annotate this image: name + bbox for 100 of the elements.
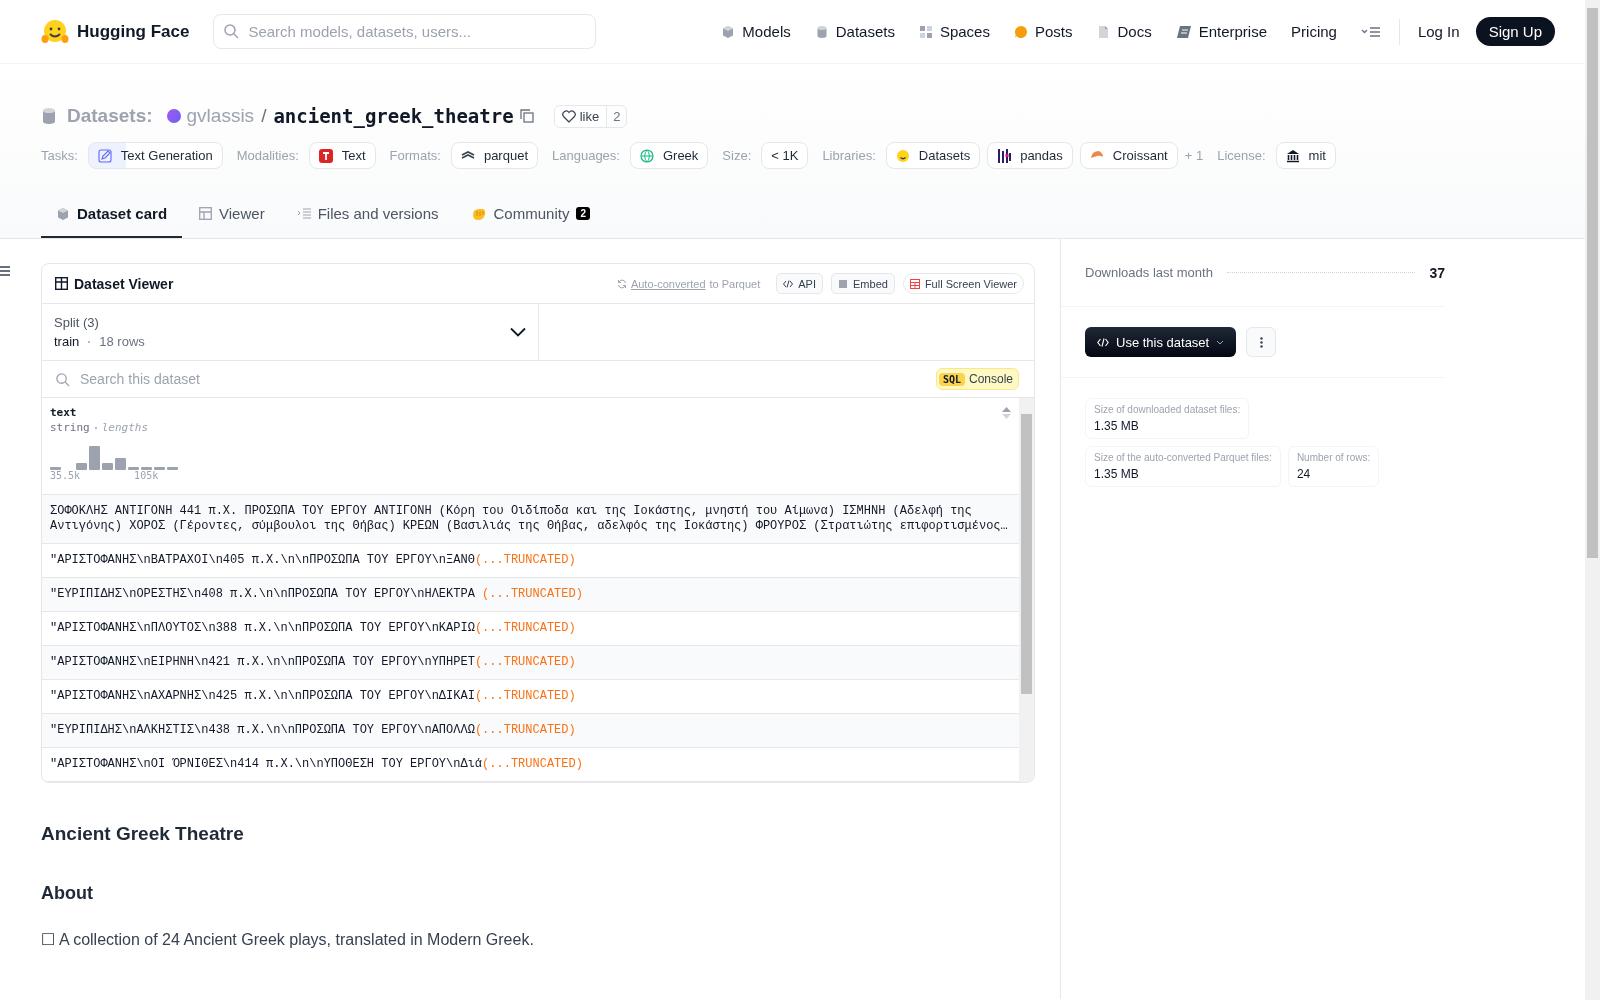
chat-bubble-icon: [1013, 24, 1028, 39]
tag-chip[interactable]: parquet: [450, 142, 538, 169]
cube-icon: [721, 24, 736, 39]
stat-value: 1.35 MB: [1094, 467, 1140, 481]
refresh-icon: [616, 278, 627, 289]
toolbar-button[interactable]: Embed: [831, 273, 895, 294]
stat-value: 24: [1296, 467, 1312, 481]
login-link[interactable]: Log In: [1417, 23, 1460, 40]
path-separator: /: [261, 105, 267, 127]
globe-icon: [639, 148, 654, 163]
menu-icon[interactable]: [1360, 24, 1381, 39]
brand-name[interactable]: Hugging Face: [77, 21, 190, 42]
sql-console-button[interactable]: SQL Console: [935, 368, 1019, 390]
more-options-button[interactable]: [1246, 327, 1277, 357]
tag-category-label: Tasks:: [41, 148, 78, 163]
nav-link[interactable]: Spaces: [918, 23, 990, 40]
nav-link[interactable]: Posts: [1013, 23, 1073, 40]
table-icon: [199, 207, 213, 220]
dataset-name[interactable]: ancient_greek_theatre: [273, 105, 514, 127]
bars-icon: [997, 147, 1012, 164]
nav-link[interactable]: Enterprise: [1175, 23, 1268, 40]
tag-chip[interactable]: mit: [1275, 142, 1336, 169]
tag-category-label: License:: [1217, 148, 1266, 163]
split-dropdown[interactable]: Split (3) train 18 rows: [42, 304, 539, 360]
document-icon: [1096, 24, 1111, 39]
document-icon: [838, 278, 848, 289]
axis-label: 35.5k: [50, 470, 81, 481]
sort-icon[interactable]: [1002, 406, 1011, 419]
tag-chip[interactable]: Greek: [629, 142, 709, 169]
search-icon: [55, 371, 70, 387]
tab[interactable]: Viewer: [184, 191, 280, 238]
pen-icon: [97, 148, 112, 163]
count-badge: 2: [576, 207, 590, 220]
tab[interactable]: Dataset card: [41, 191, 183, 238]
tag-chip[interactable]: pandas: [987, 142, 1073, 169]
code-icon: [1097, 337, 1109, 347]
heart-icon: [561, 109, 576, 123]
toolbar-button[interactable]: API: [776, 273, 823, 294]
category-label: Datasets:: [67, 105, 153, 127]
bank-icon: [1285, 148, 1300, 163]
nav-link[interactable]: Models: [721, 23, 791, 40]
tag-chip[interactable]: Datasets: [885, 142, 981, 169]
tag-icon: [1175, 24, 1192, 39]
column-name: text: [50, 406, 77, 419]
avatar: [166, 109, 181, 123]
tab[interactable]: Community 2: [455, 191, 605, 238]
split-name: train: [54, 334, 80, 349]
stat-label: Number of rows:: [1296, 452, 1371, 463]
row-count: 18 rows: [99, 334, 145, 349]
letter-icon: [318, 148, 333, 163]
column-stat: lengths: [101, 421, 149, 434]
split-label: Split (3): [54, 315, 100, 330]
stat-value: 1.35 MB: [1094, 419, 1140, 433]
format-note: to Parquet: [709, 277, 761, 290]
chevron-down-icon: [510, 327, 526, 337]
tag-chip[interactable]: Text Generation: [87, 142, 223, 169]
table-cell: "ΕΥΡΙΠΙΔΗΣ\nΟΡΕΣΤΗΣ\n408 π.Χ.\n\nΠΡΟΣΩΠΑ ΤΟΥ ΕΡΓΟΥ\nΗΛΕΚΤΡΑ (...TRUNCATED): [42, 578, 1019, 612]
nav-link[interactable]: Datasets: [814, 23, 895, 40]
menu-icon[interactable]: [0, 266, 10, 276]
tag-category-label: Libraries:: [822, 148, 876, 163]
nav-link[interactable]: Pricing: [1291, 23, 1337, 40]
database-icon: [41, 107, 57, 125]
caret-icon: [1216, 339, 1225, 345]
list-icon: [296, 207, 311, 220]
downloads-count: 37: [1429, 264, 1445, 281]
table-cell: "ΑΡΙΣΤΟΦΑΝΗΣ\nΕΙΡΗΝΗ\n421 π.Χ.\n\nΠΡΟΣΩΠΑ ΤΟΥ ΕΡΓΟΥ\nΥΠΗΡΕΤ(...TRUNCATED): [42, 646, 1019, 680]
like-count: 2: [606, 105, 627, 127]
tab[interactable]: Files and versions: [281, 191, 454, 238]
tag-category-label: Modalities:: [236, 148, 299, 163]
paragraph: ☐ A collection of 24 Ancient Greek plays, translated in Modern Greek.: [41, 930, 535, 949]
nav-link[interactable]: Docs: [1096, 23, 1152, 40]
signup-button[interactable]: Sign Up: [1475, 17, 1555, 46]
toolbar-button[interactable]: Full Screen Viewer: [902, 273, 1024, 294]
search-icon: [223, 23, 240, 39]
heading: Ancient Greek Theatre: [41, 823, 245, 845]
heading: About: [41, 883, 94, 904]
table-cell: ΣΟΦΟΚΛΗΣ ΑΝΤΙΓΟΝΗ 441 π.Χ. ΠΡΟΣΩΠΑ ΤΟΥ ΕΡΓΟΥ ΑΝΤΙΓΟΝΗ (Κόρη του Οιδίποδα και της Ιοκάστης, μνηστή του Αίμωνα) ΙΣΜΗΝΗ (Αδελφή της Αντιγόνης) ΧΟΡΟΣ (Γέροντες, σύμβουλοι της Θήβας) ΚΡΕΩΝ (Βασιλιάς της Θήβας, αδελφός της Ιοκάστης) ΦΡΟΥΡΟΣ (Στρατιώτης επιφορτισμένος…: [42, 495, 1019, 544]
use-dataset-button[interactable]: Use this dataset: [1085, 327, 1237, 357]
tag-category-label: Languages:: [552, 148, 620, 163]
tag-chip[interactable]: Text: [308, 142, 376, 169]
tag-category-label: Size:: [722, 148, 752, 163]
smiley-face-icon: [895, 148, 910, 163]
grid-icon: [918, 24, 933, 39]
table-cell: "ΕΥΡΙΠΙΔΗΣ\nΑΛΚΗΣΤΙΣ\n438 π.Χ.\n\nΠΡΟΣΩΠΑ ΤΟΥ ΕΡΓΟΥ\nΑΠΟΛΛΩ(...TRUNCATED): [42, 714, 1019, 748]
copy-icon[interactable]: [519, 109, 534, 123]
downloads-label: Downloads last month: [1085, 265, 1213, 280]
table-icon: [55, 277, 68, 290]
tag-chip[interactable]: Croissant: [1079, 142, 1178, 169]
table-cell: "ΑΡΙΣΤΟΦΑΝΗΣ\nΟΙ ΌΡΝΙΘΕΣ\n414 π.Χ.\n\nΥΠΟΘΕΣΗ ΤΟΥ ΕΡΓΟΥ\nΔιά(...TRUNCATED): [42, 748, 1019, 782]
waving-hand-icon: [470, 206, 487, 221]
cube-icon: [56, 206, 70, 221]
scrollbar[interactable]: [1019, 398, 1034, 782]
search-field[interactable]: Search models, datasets, users...: [213, 14, 597, 49]
tag-chip[interactable]: < 1K: [761, 142, 809, 169]
scrollbar[interactable]: [1585, 0, 1600, 1000]
code-icon: [783, 279, 794, 288]
search-field[interactable]: Search this dataset: [78, 370, 936, 388]
axis-label: 105k: [134, 470, 159, 481]
layers-icon: [460, 150, 475, 161]
stat-label: Size of the auto-converted Parquet files:: [1094, 452, 1272, 463]
